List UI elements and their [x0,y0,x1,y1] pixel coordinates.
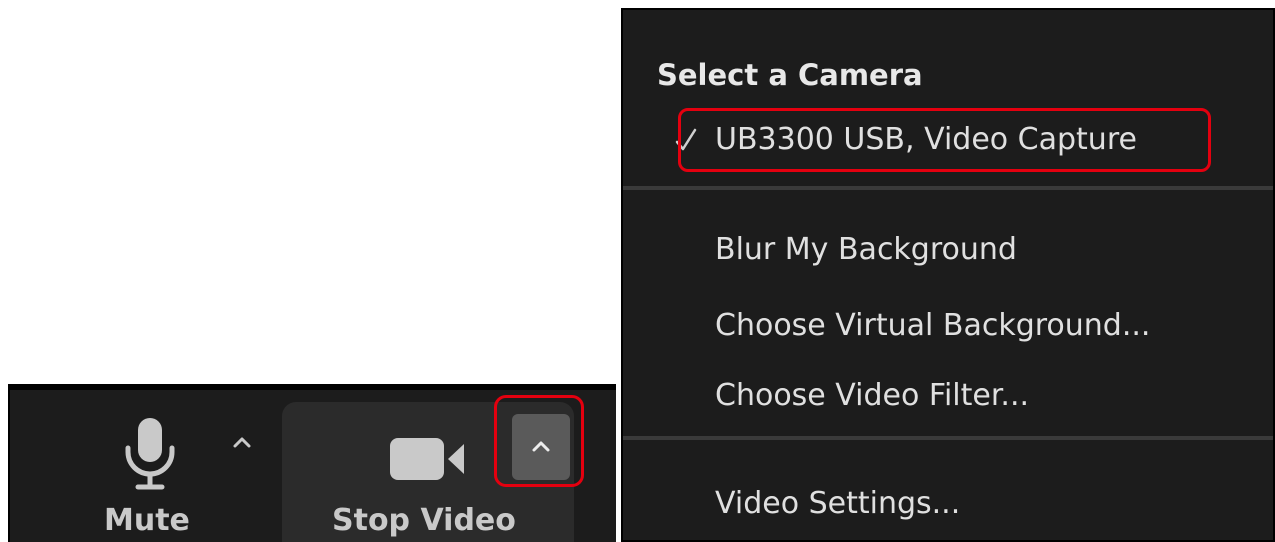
menu-item-virtual-background[interactable]: Choose Virtual Background... [715,308,1150,343]
menu-item-video-settings[interactable]: Video Settings... [715,486,960,521]
menu-item-blur-background[interactable]: Blur My Background [715,232,1017,267]
camera-item-highlight-box [678,108,1211,172]
toolbar-top-border [10,386,616,390]
menu-divider [623,186,1273,190]
stop-video-label: Stop Video [332,503,516,538]
screenshot-stage: Mute Stop Video Select a Camera UB3300 U… [0,0,1275,542]
mute-button[interactable]: Mute [70,402,251,542]
video-camera-icon [390,438,464,480]
audio-options-chevron-up-icon[interactable] [230,430,254,454]
camera-menu: Select a Camera UB3300 USB, Video Captur… [621,8,1275,542]
menu-item-video-filter[interactable]: Choose Video Filter... [715,378,1029,413]
video-options-highlight-box [494,395,584,487]
microphone-icon [125,418,175,490]
menu-heading: Select a Camera [657,58,923,92]
mute-label: Mute [104,503,190,538]
menu-divider [623,436,1273,440]
